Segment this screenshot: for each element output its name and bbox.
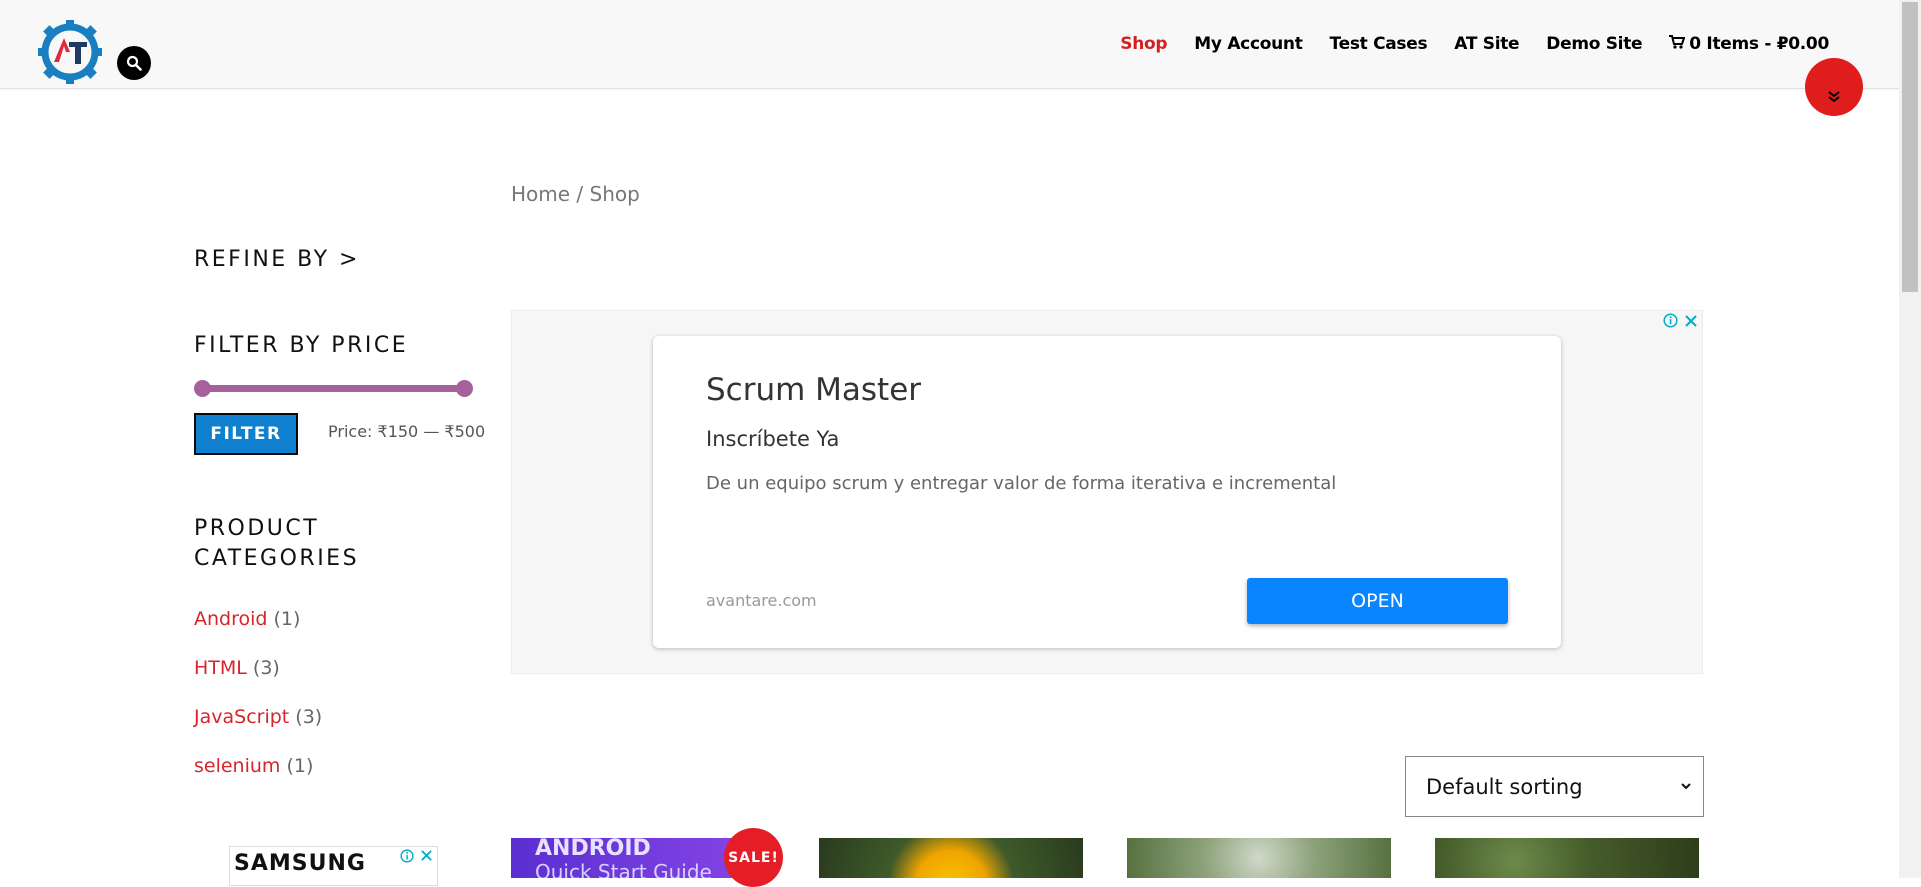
cart-label: 0 Items - ₽0.00 [1689, 34, 1829, 54]
scroll-toggle-button[interactable] [1805, 58, 1863, 116]
category-link-javascript[interactable]: JavaScript [194, 706, 289, 728]
nav-demo-site[interactable]: Demo Site [1546, 34, 1642, 54]
product-categories-title-line2: CATEGORIES [194, 546, 360, 571]
category-item: selenium (1) [194, 755, 322, 804]
ad-info-icon[interactable] [400, 849, 414, 863]
cart-icon [1669, 35, 1686, 49]
product-image-text: Quick Start Guide [535, 860, 712, 878]
ad-close-icon[interactable] [420, 849, 433, 862]
ad-close-icon[interactable] [1684, 314, 1698, 328]
refine-by-title[interactable]: REFINE BY > [194, 247, 360, 272]
product-image-text: ANDROID [535, 838, 651, 861]
filter-button[interactable]: FILTER [194, 413, 298, 455]
category-count: (1) [273, 608, 301, 630]
price-slider-max-handle[interactable] [456, 380, 473, 397]
ad-description: De un equipo scrum y entregar valor de f… [706, 473, 1337, 494]
price-slider-min-handle[interactable] [194, 380, 211, 397]
site-header: Shop My Account Test Cases AT Site Demo … [0, 0, 1899, 89]
category-item: HTML (3) [194, 657, 322, 706]
site-logo[interactable] [36, 18, 104, 86]
ad-brand-text: SAMSUNG [234, 851, 366, 876]
double-chevron-down-icon [1828, 91, 1840, 103]
nav-shop[interactable]: Shop [1120, 34, 1167, 54]
sort-select[interactable]: Default sorting [1405, 756, 1704, 817]
chevron-down-icon [1681, 783, 1691, 790]
ad-open-button[interactable]: OPEN [1247, 578, 1508, 624]
main-nav: Shop My Account Test Cases AT Site Demo … [1093, 34, 1829, 54]
category-link-android[interactable]: Android [194, 608, 267, 630]
ad-info-icon[interactable] [1663, 313, 1678, 328]
product-thumbnail-2[interactable] [819, 838, 1083, 878]
nav-cart[interactable]: 0 Items - ₽0.00 [1669, 34, 1829, 54]
category-item: Android (1) [194, 608, 322, 657]
breadcrumb: Home / Shop [511, 182, 640, 206]
ad-subtitle: Inscríbete Ya [706, 427, 840, 451]
nav-my-account[interactable]: My Account [1194, 34, 1303, 54]
nav-at-site[interactable]: AT Site [1454, 34, 1519, 54]
sidebar-ad[interactable]: SAMSUNG [229, 846, 438, 886]
product-thumbnail-3[interactable] [1127, 838, 1391, 878]
ad-card[interactable]: Scrum Master Inscríbete Ya De un equipo … [653, 336, 1561, 648]
category-link-html[interactable]: HTML [194, 657, 247, 679]
nav-test-cases[interactable]: Test Cases [1330, 34, 1428, 54]
sort-selected-value: Default sorting [1426, 774, 1583, 799]
sidebar-ad-controls [400, 849, 433, 863]
product-thumbnail-4[interactable] [1435, 838, 1699, 878]
category-count: (3) [295, 706, 323, 728]
category-count: (1) [286, 755, 314, 777]
ad-domain: avantare.com [706, 591, 817, 610]
price-range-label: Price: ₹150 — ₹500 [328, 422, 486, 441]
category-link-selenium[interactable]: selenium [194, 755, 280, 777]
page-scrollbar[interactable] [1899, 0, 1921, 878]
category-count: (3) [252, 657, 280, 679]
scrollbar-thumb[interactable] [1902, 2, 1918, 292]
price-range-slider[interactable] [194, 380, 474, 397]
product-categories-title-line1: PRODUCT [194, 516, 320, 541]
price-slider-track [199, 385, 467, 392]
search-button[interactable] [117, 46, 151, 80]
ad-title: Scrum Master [706, 372, 922, 408]
sale-badge: SALE! [724, 828, 783, 887]
category-item: JavaScript (3) [194, 706, 322, 755]
ad-banner: Scrum Master Inscríbete Ya De un equipo … [511, 310, 1703, 674]
filter-by-price-title: FILTER BY PRICE [194, 333, 409, 358]
search-icon [126, 55, 142, 71]
category-list: Android (1) HTML (3) JavaScript (3) sele… [194, 608, 322, 804]
ad-controls [1663, 313, 1698, 328]
